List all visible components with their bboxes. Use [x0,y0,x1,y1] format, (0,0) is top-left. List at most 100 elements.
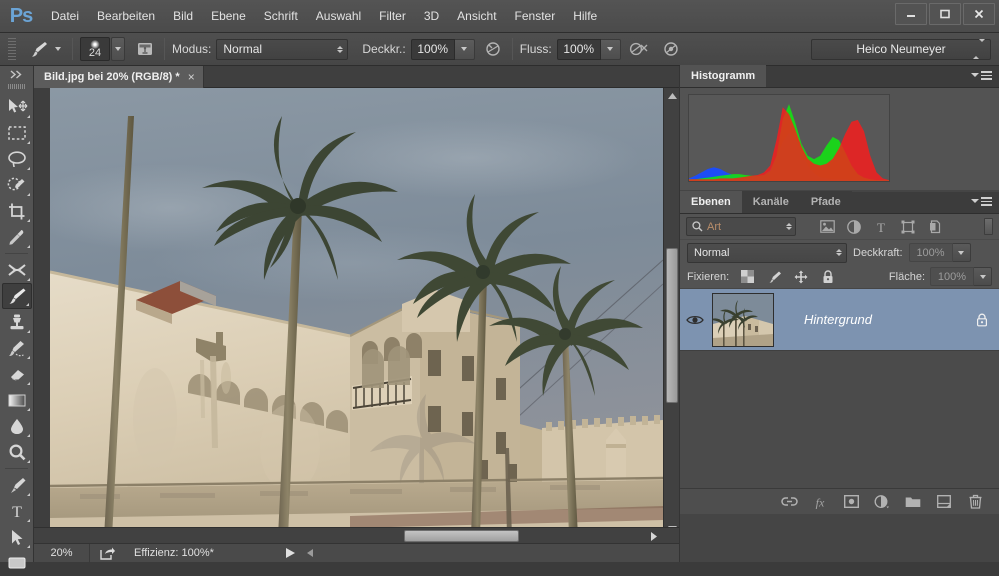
brush-tool[interactable] [1,283,32,309]
menu-hilfe[interactable]: Hilfe [564,5,606,27]
lock-image-pixels-icon[interactable] [766,269,782,285]
menu-fenster[interactable]: Fenster [506,5,565,27]
panel-menu-icon[interactable] [971,71,992,80]
brush-size-dropdown[interactable] [111,37,125,61]
layer-fill-control[interactable]: 100% [930,267,992,286]
eraser-tool[interactable] [2,361,32,387]
flow-value[interactable]: 100% [556,38,601,60]
filter-enable-toggle[interactable] [984,218,993,235]
zoom-tool[interactable] [2,439,32,465]
menu-3d[interactable]: 3D [415,5,448,27]
filter-pixel-icon[interactable] [818,218,836,236]
toolbar-drag-handle[interactable] [8,82,25,91]
clone-stamp-tool[interactable] [2,309,32,335]
layer-name[interactable]: Hintergrund [774,312,973,327]
lock-transparent-pixels-icon[interactable] [739,269,755,285]
move-tool[interactable] [2,94,32,120]
link-layers-icon[interactable] [780,493,798,511]
eyedropper-tool[interactable] [2,224,32,250]
delete-layer-icon[interactable] [966,493,984,511]
brush-preset-dropdown[interactable] [51,37,65,61]
path-selection-tool[interactable] [2,524,32,550]
pen-tool[interactable] [2,472,32,498]
filter-shape-icon[interactable] [899,218,917,236]
document-tab[interactable]: Bild.jpg bei 20% (RGB/8) * × [34,66,204,88]
gradient-tool[interactable] [2,387,32,413]
layer-opacity-control[interactable]: 100% [908,243,971,262]
tablet-pressure-opacity-icon[interactable] [481,37,505,61]
brush-icon[interactable] [27,37,51,61]
scroll-up-arrow[interactable] [664,90,680,102]
menu-ebene[interactable]: Ebene [202,5,255,27]
lock-position-icon[interactable] [793,269,809,285]
adjustment-layer-icon[interactable] [873,493,891,511]
blur-tool[interactable] [2,413,32,439]
tab-pfade[interactable]: Pfade [799,191,852,213]
menu-schrift[interactable]: Schrift [255,5,307,27]
filter-adjustment-icon[interactable] [845,218,863,236]
layer-blend-mode-select[interactable]: Normal [687,242,847,263]
new-group-icon[interactable] [904,493,922,511]
layer-filter-kind-select[interactable]: Art [686,217,796,236]
tab-kanaele[interactable]: Kanäle [741,191,800,213]
airbrush-icon[interactable] [627,37,651,61]
menu-ansicht[interactable]: Ansicht [448,5,505,27]
layer-fill-value[interactable]: 100% [930,267,974,286]
minimize-button[interactable] [895,3,927,25]
resize-grip-icon[interactable] [306,549,313,557]
scroll-right-arrow[interactable] [647,528,661,544]
menu-bearbeiten[interactable]: Bearbeiten [88,5,164,27]
new-layer-icon[interactable] [935,493,953,511]
shape-tool[interactable] [2,550,32,576]
layer-visibility-toggle[interactable] [680,314,710,326]
brush-size-preview[interactable]: 24 [80,37,110,61]
menu-bild[interactable]: Bild [164,5,202,27]
filter-type-icon[interactable]: T [872,218,890,236]
crop-tool[interactable] [2,198,32,224]
canvas-vertical-scrollbar[interactable] [663,88,679,537]
add-layer-mask-icon[interactable] [842,493,860,511]
menu-auswahl[interactable]: Auswahl [307,5,370,27]
history-brush-tool[interactable] [2,335,32,361]
maximize-button[interactable] [929,3,961,25]
lock-all-icon[interactable] [820,269,836,285]
share-icon[interactable] [90,547,124,560]
table-row[interactable]: Hintergrund [680,289,999,351]
layer-fill-dropdown[interactable] [974,267,992,286]
quick-selection-tool[interactable] [2,172,32,198]
flow-control[interactable]: 100% [556,38,621,60]
horizontal-scroll-thumb[interactable] [404,530,519,542]
lasso-tool[interactable] [2,146,32,172]
opacity-dropdown[interactable] [454,38,475,60]
lock-icon[interactable] [973,313,991,327]
layer-opacity-value[interactable]: 100% [908,243,953,262]
options-bar-gripper[interactable] [5,38,19,60]
brush-panel-icon[interactable] [133,37,157,61]
tab-histogramm[interactable]: Histogramm [680,65,767,87]
marquee-tool[interactable] [2,120,32,146]
workspace-select[interactable]: Heico Neumeyer [811,38,991,60]
layer-opacity-dropdown[interactable] [952,243,971,262]
play-arrow-icon[interactable] [285,548,295,558]
opacity-value[interactable]: 100% [410,38,455,60]
flow-dropdown[interactable] [600,38,621,60]
type-tool[interactable]: T [2,498,32,524]
tab-ebenen[interactable]: Ebenen [680,191,742,213]
filter-smartobject-icon[interactable] [926,218,944,236]
opacity-control[interactable]: 100% [410,38,475,60]
healing-brush-tool[interactable] [2,257,32,283]
close-button[interactable] [963,3,995,25]
zoom-level[interactable]: 20% [34,543,90,563]
tablet-pressure-size-icon[interactable] [659,37,683,61]
menu-filter[interactable]: Filter [370,5,415,27]
blend-mode-select[interactable]: Normal [216,38,349,60]
layer-thumbnail[interactable] [712,292,774,347]
image-canvas[interactable] [50,88,663,537]
vertical-scroll-thumb[interactable] [666,248,678,403]
layer-style-fx-icon[interactable]: fx [811,493,829,511]
panel-menu-icon[interactable] [971,197,992,206]
canvas-horizontal-scrollbar[interactable] [34,527,679,543]
close-icon[interactable]: × [188,70,195,84]
menu-datei[interactable]: Datei [42,5,88,27]
toolbar-collapse-button[interactable] [0,66,33,82]
